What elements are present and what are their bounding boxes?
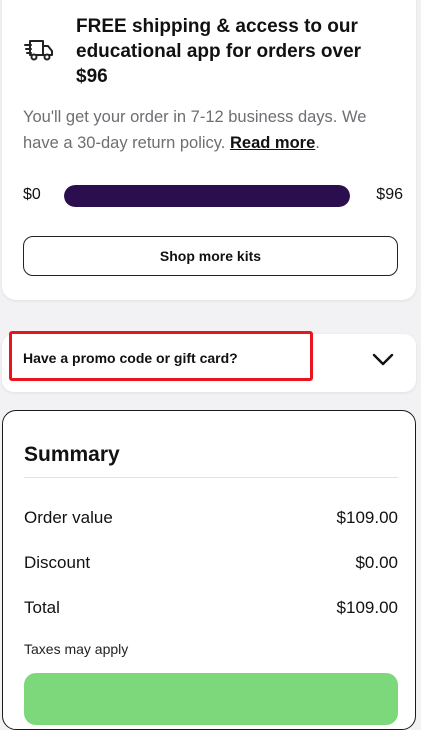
truck-icon xyxy=(24,40,53,61)
progress-fill xyxy=(64,185,350,207)
total-label: Total xyxy=(24,598,60,617)
shop-more-kits-button[interactable]: Shop more kits xyxy=(23,236,398,276)
promo-highlight-box xyxy=(9,331,313,381)
summary-divider xyxy=(24,477,398,478)
chevron-down-icon[interactable] xyxy=(372,353,394,367)
shipping-description: You'll get your order in 7-12 business d… xyxy=(23,104,403,156)
shipping-title: FREE shipping & access to our educationa… xyxy=(76,16,362,87)
summary-card: Summary Order value $109.00 Discount $0.… xyxy=(2,410,416,730)
progress-max-label: $96 xyxy=(376,186,403,203)
taxes-note: Taxes may apply xyxy=(24,641,129,657)
shipping-progress: $0 $96 xyxy=(23,182,403,210)
shipping-card: FREE shipping & access to our educationa… xyxy=(2,0,416,300)
period: . xyxy=(315,134,320,152)
progress-min-label: $0 xyxy=(23,186,41,203)
summary-title: Summary xyxy=(24,443,120,466)
discount-label: Discount xyxy=(24,553,91,572)
progress-track xyxy=(64,185,350,207)
read-more-link[interactable]: Read more xyxy=(230,134,315,152)
checkout-button[interactable] xyxy=(24,673,398,725)
total-amount: $109.00 xyxy=(336,598,398,617)
discount-amount: $0.00 xyxy=(355,553,398,572)
order-value-amount: $109.00 xyxy=(336,508,398,527)
order-value-label: Order value xyxy=(24,508,113,527)
